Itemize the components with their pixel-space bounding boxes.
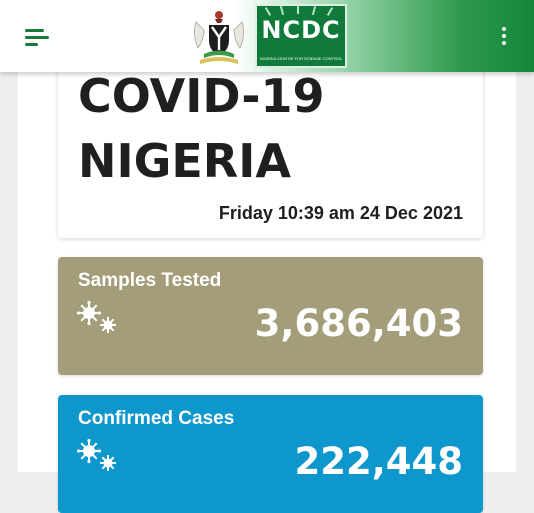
vertical-dots-icon xyxy=(502,27,506,31)
hamburger-menu-icon-bar xyxy=(25,36,49,39)
logo-wordmark: NCDC xyxy=(261,16,341,44)
vertical-dots-icon-dot xyxy=(502,34,506,38)
nigeria-coat-of-arms xyxy=(194,11,244,64)
confirmed-cases-card[interactable]: Confirmed Cases 222,448 xyxy=(58,395,483,513)
hamburger-menu-icon-bar xyxy=(25,43,38,46)
hamburger-menu-icon xyxy=(25,29,44,32)
samples-tested-card[interactable]: Samples Tested 3,686,403 xyxy=(58,257,483,375)
logo-ray xyxy=(326,7,334,16)
title-card: COVID-19 NIGERIA Friday 10:39 am 24 Dec … xyxy=(58,60,483,238)
samples-tested-value: 3,686,403 xyxy=(254,302,463,345)
confirmed-cases-label: Confirmed Cases xyxy=(78,408,235,429)
logo-subtitle: NIGERIA CENTRE FOR DISEASE CONTROL xyxy=(259,56,343,61)
update-timestamp: Friday 10:39 am 24 Dec 2021 xyxy=(218,203,463,223)
samples-tested-label: Samples Tested xyxy=(78,270,222,291)
ncdc-logo: NCDC NIGERIA CENTRE FOR DISEASE CONTROL xyxy=(255,4,347,68)
menu-button[interactable] xyxy=(22,24,50,48)
logo-ray xyxy=(279,6,285,16)
logo-ray xyxy=(264,7,272,16)
more-options-button[interactable] xyxy=(498,24,510,48)
logo-ray xyxy=(297,6,299,14)
app-header: NCDC NIGERIA CENTRE FOR DISEASE CONTROL xyxy=(0,0,534,72)
virus-particles-icon xyxy=(76,439,116,471)
vertical-dots-icon-dot xyxy=(502,41,506,45)
page-title-line1: COVID-19 xyxy=(78,69,325,123)
logo-ray xyxy=(311,6,317,16)
page-title-line2: NIGERIA xyxy=(78,134,291,188)
virus-particles-icon xyxy=(76,301,116,333)
